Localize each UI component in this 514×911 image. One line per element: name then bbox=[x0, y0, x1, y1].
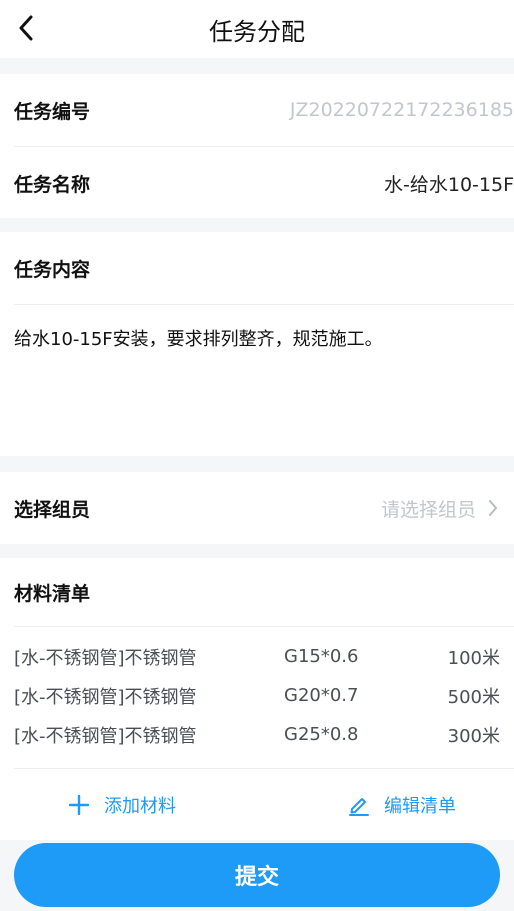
task-content-card: 任务内容 给水10-15F安装，要求排列整齐，规范施工。 bbox=[0, 232, 514, 456]
page-title: 任务分配 bbox=[209, 17, 305, 46]
select-members-row[interactable]: 选择组员 请选择组员 bbox=[0, 472, 514, 544]
material-spec: G20*0.7 bbox=[284, 685, 359, 706]
add-material-button[interactable]: 添加材料 bbox=[68, 792, 176, 818]
task-content-text[interactable]: 给水10-15F安装，要求排列整齐，规范施工。 bbox=[0, 325, 514, 351]
material-qty: 100米 bbox=[447, 647, 500, 669]
chevron-right-icon bbox=[488, 499, 500, 517]
task-id-row: 任务编号 JZ20220722172236185 bbox=[0, 74, 514, 146]
materials-card: 材料清单 [水-不锈钢管]不锈钢管 G15*0.6 100米 [水-不锈钢管]不… bbox=[0, 558, 514, 840]
task-info-card: 任务编号 JZ20220722172236185 任务名称 水-给水10-15F bbox=[0, 74, 514, 218]
pencil-icon bbox=[348, 794, 370, 816]
material-spec: G25*0.8 bbox=[284, 724, 359, 745]
task-name-row: 任务名称 水-给水10-15F bbox=[0, 147, 514, 219]
task-content-header: 任务内容 bbox=[0, 232, 514, 304]
task-name-value: 水-给水10-15F bbox=[384, 173, 514, 196]
material-spec: G15*0.6 bbox=[284, 646, 359, 667]
material-qty: 500米 bbox=[447, 686, 500, 708]
select-members-label: 选择组员 bbox=[14, 498, 91, 521]
edit-list-button[interactable]: 编辑清单 bbox=[348, 792, 456, 818]
material-row: [水-不锈钢管]不锈钢管 G20*0.7 500米 bbox=[0, 676, 514, 715]
material-name: [水-不锈钢管]不锈钢管 bbox=[14, 647, 197, 669]
material-name: [水-不锈钢管]不锈钢管 bbox=[14, 725, 197, 747]
materials-label: 材料清单 bbox=[14, 582, 91, 605]
back-chevron-icon[interactable] bbox=[14, 14, 38, 42]
submit-label: 提交 bbox=[234, 865, 279, 890]
divider bbox=[14, 304, 514, 305]
material-row: [水-不锈钢管]不锈钢管 G25*0.8 300米 bbox=[0, 715, 514, 754]
submit-button[interactable]: 提交 bbox=[14, 843, 500, 907]
materials-header: 材料清单 bbox=[0, 558, 514, 626]
material-qty: 300米 bbox=[447, 725, 500, 747]
task-id-label: 任务编号 bbox=[14, 100, 91, 123]
plus-icon bbox=[68, 794, 90, 816]
material-name: [水-不锈钢管]不锈钢管 bbox=[14, 686, 197, 708]
task-name-label: 任务名称 bbox=[14, 173, 91, 196]
materials-actions: 添加材料 编辑清单 bbox=[0, 769, 514, 841]
material-row: [水-不锈钢管]不锈钢管 G15*0.6 100米 bbox=[0, 637, 514, 676]
select-members-placeholder: 请选择组员 bbox=[380, 498, 476, 521]
edit-list-label: 编辑清单 bbox=[384, 796, 456, 817]
top-bar: 任务分配 bbox=[0, 0, 514, 58]
task-content-label: 任务内容 bbox=[14, 258, 91, 281]
task-id-value: JZ20220722172236185 bbox=[289, 99, 514, 121]
add-material-label: 添加材料 bbox=[104, 796, 176, 817]
